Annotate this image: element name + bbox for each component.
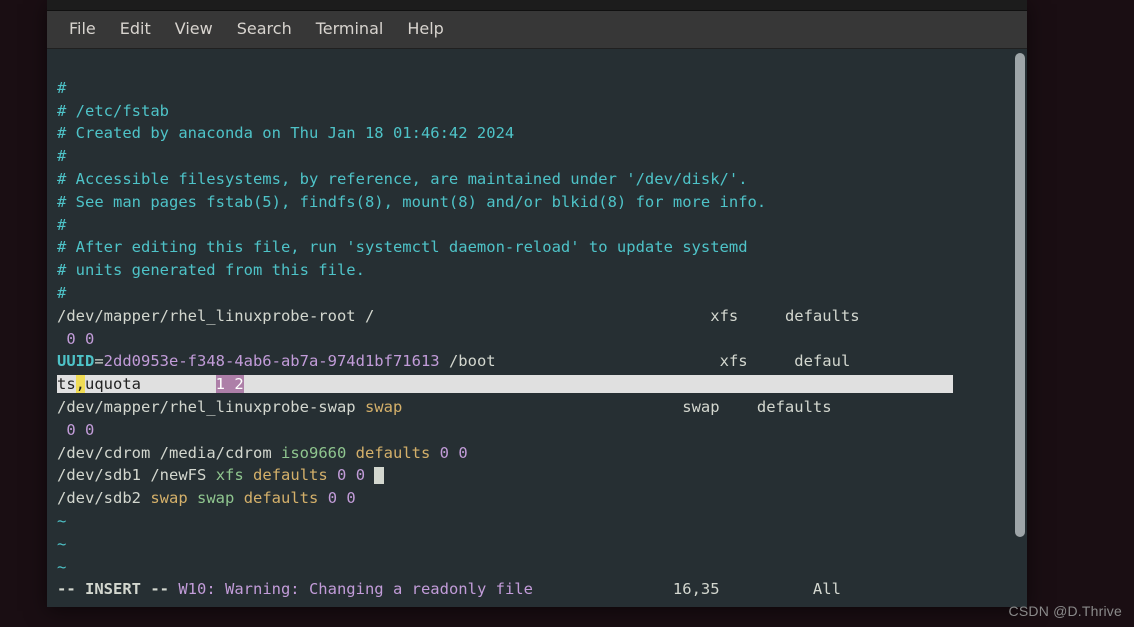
fstab-sdb1-opts: defaults [253, 466, 328, 484]
comment-line: # After editing this file, run 'systemct… [57, 238, 748, 256]
fstab-uuid-opts-wrap: ts [57, 375, 76, 393]
fstab-sdb1-fs: xfs [216, 466, 244, 484]
comment-line: # [57, 79, 66, 97]
window-titlebar[interactable] [47, 0, 1027, 11]
fstab-sdb1-mount: /newFS [150, 466, 206, 484]
fstab-cdrom-fs: iso9660 [281, 444, 346, 462]
fstab-sdb2-opts: defaults [244, 489, 319, 507]
fstab-uuid-label: UUID [57, 352, 94, 370]
fstab-sdb1-dumppass: 0 0 [337, 466, 365, 484]
fstab-swap-dumppass: 0 0 [57, 421, 94, 439]
menu-file[interactable]: File [57, 15, 108, 44]
comment-line: # See man pages fstab(5), findfs(8), mou… [57, 193, 766, 211]
fstab-cdrom-mount: /media/cdrom [160, 444, 272, 462]
fstab-sdb2-mount: swap [150, 489, 187, 507]
fstab-uuid-fs: xfs [720, 352, 748, 370]
comment-line: # Created by anaconda on Thu Jan 18 01:4… [57, 124, 514, 142]
menu-terminal[interactable]: Terminal [304, 15, 396, 44]
fstab-sdb1-dev: /dev/sdb1 [57, 466, 141, 484]
highlighted-comma: , [76, 375, 85, 393]
empty-line-tilde: ~ [57, 535, 66, 553]
fstab-swap-opts: defaults [757, 398, 832, 416]
vim-mode: -- INSERT -- [57, 580, 169, 598]
watermark: CSDN @D.Thrive [1009, 600, 1122, 623]
fstab-swap-dev: /dev/mapper/rhel_linuxprobe-swap [57, 398, 356, 416]
comment-line: # Accessible filesystems, by reference, … [57, 170, 748, 188]
menu-view[interactable]: View [163, 15, 225, 44]
fstab-swap-mount: swap [365, 398, 402, 416]
comment-line: # [57, 216, 66, 234]
fstab-cdrom-dev: /dev/cdrom [57, 444, 150, 462]
editor-content[interactable]: # # /etc/fstab # Created by anaconda on … [47, 49, 1027, 607]
fstab-uuid-opts-tail: uquota [85, 375, 216, 393]
fstab-uuid-opts-head: defaul [794, 352, 850, 370]
selected-line: ts,uquota 1 2 [57, 375, 953, 393]
fstab-sdb2-dev: /dev/sdb2 [57, 489, 141, 507]
comment-line: # /etc/fstab [57, 102, 169, 120]
comment-line: # [57, 147, 66, 165]
menu-bar: File Edit View Search Terminal Help [47, 11, 1027, 49]
cursor-position: 16,35 [673, 580, 720, 598]
fstab-uuid-mount: /boot [449, 352, 496, 370]
fstab-root-opts: defaults [785, 307, 860, 325]
fstab-uuid-id: 2dd0953e-f348-4ab6-ab7a-974d1bf71613 [104, 352, 440, 370]
fstab-cdrom-opts: defaults [356, 444, 431, 462]
scroll-position: All [813, 580, 841, 598]
menu-search[interactable]: Search [225, 15, 304, 44]
menu-edit[interactable]: Edit [108, 15, 163, 44]
fstab-sdb2-dumppass: 0 0 [328, 489, 356, 507]
scrollbar-thumb[interactable] [1015, 53, 1025, 537]
comment-line: # units generated from this file. [57, 261, 365, 279]
menu-help[interactable]: Help [395, 15, 455, 44]
fstab-root-dumppass: 0 0 [57, 330, 94, 348]
fstab-root-dev: /dev/mapper/rhel_linuxprobe-root [57, 307, 356, 325]
vertical-scrollbar[interactable] [1015, 53, 1025, 603]
text-cursor [374, 467, 384, 484]
fstab-root-mount: / [365, 307, 374, 325]
terminal-window: File Edit View Search Terminal Help # # … [47, 0, 1027, 607]
comment-line: # [57, 284, 66, 302]
vim-status-line: -- INSERT -- W10: Warning: Changing a re… [57, 570, 841, 598]
vim-warning: W10: Warning: Changing a readonly file [178, 580, 533, 598]
fstab-sdb2-fs: swap [197, 489, 234, 507]
fstab-swap-fs: swap [682, 398, 719, 416]
fstab-uuid-dumppass: 1 2 [216, 375, 244, 393]
empty-line-tilde: ~ [57, 512, 66, 530]
terminal-area[interactable]: # # /etc/fstab # Created by anaconda on … [47, 49, 1027, 607]
fstab-root-fs: xfs [710, 307, 738, 325]
fstab-cdrom-dumppass: 0 0 [440, 444, 468, 462]
equals: = [94, 352, 103, 370]
